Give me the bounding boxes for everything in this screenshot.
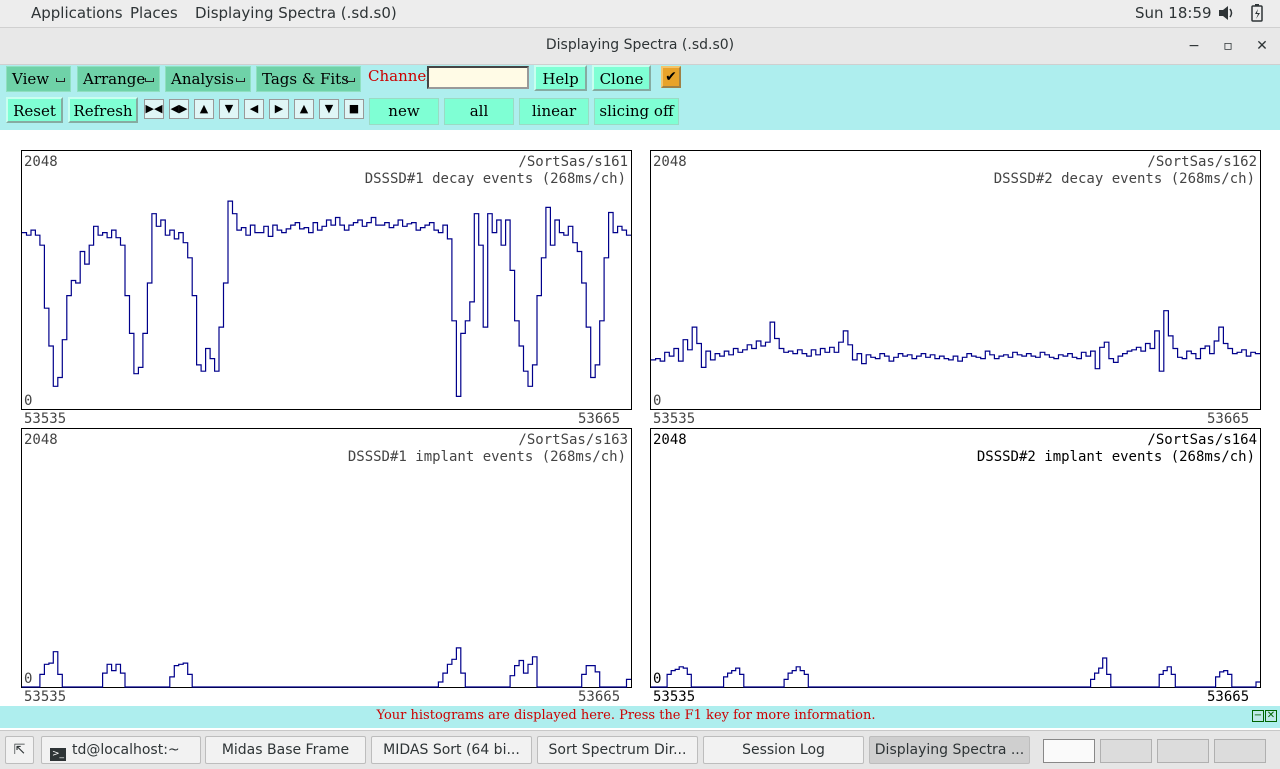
clone-button[interactable]: Clone bbox=[592, 65, 651, 91]
spectrum-ymin: 0 bbox=[653, 393, 662, 409]
spectrum-panel-3[interactable]: 2048 /SortSas/s163 DSSSD#1 implant event… bbox=[21, 428, 632, 688]
status-message: Your histograms are displayed here. Pres… bbox=[376, 708, 876, 723]
spectrum-plot-2 bbox=[651, 310, 1260, 372]
view-menu-label: View bbox=[12, 70, 50, 88]
minimize-icon[interactable]: − bbox=[1184, 36, 1204, 56]
analysis-menu-label: Analysis bbox=[171, 70, 234, 88]
scroll-left-icon[interactable]: ◀ bbox=[244, 99, 264, 119]
scroll-up-icon[interactable]: ▲ bbox=[294, 99, 314, 119]
spectrum-xmin: 53535 bbox=[653, 689, 696, 705]
spectrum-panel-2[interactable]: 2048 /SortSas/s162 DSSSD#2 decay events … bbox=[650, 150, 1261, 410]
task-midas-base-frame[interactable]: Midas Base Frame bbox=[205, 736, 366, 764]
spectrum-ymax: 2048 bbox=[653, 432, 687, 448]
task-label: td@localhost:~ bbox=[72, 742, 180, 758]
contract-horizontal-icon[interactable]: ◀▶ bbox=[169, 99, 189, 119]
close-icon[interactable]: ✕ bbox=[1252, 36, 1272, 56]
workspace-2[interactable] bbox=[1100, 739, 1152, 763]
spectrum-xmax: 53665 bbox=[578, 689, 621, 705]
view-menu[interactable]: View bbox=[6, 66, 71, 92]
spectrum-xmax: 53665 bbox=[1207, 689, 1250, 705]
spectrum-xmax: 53665 bbox=[578, 411, 621, 427]
task-terminal[interactable]: >_ td@localhost:~ bbox=[41, 736, 201, 764]
spectrum-title: DSSSD#1 decay events (268ms/ch) bbox=[364, 171, 626, 187]
applications-menu[interactable]: Applications bbox=[31, 4, 123, 22]
maximize-icon[interactable]: ▫ bbox=[1218, 36, 1238, 56]
arrange-menu[interactable]: Arrange bbox=[77, 66, 160, 92]
taskbar: ⇱ >_ td@localhost:~ Midas Base Frame MIDA… bbox=[0, 730, 1280, 769]
spectrum-trace bbox=[651, 657, 1260, 688]
places-menu[interactable]: Places bbox=[130, 4, 178, 22]
spectrum-ymax: 2048 bbox=[24, 432, 58, 448]
spectrum-plot-4 bbox=[651, 657, 1260, 688]
expand-vertical-icon[interactable]: ▲ bbox=[194, 99, 214, 119]
channel-input[interactable] bbox=[427, 66, 529, 89]
spectrum-path: /SortSas/s163 bbox=[518, 432, 628, 448]
spectrum-panel-4[interactable]: 2048 /SortSas/s164 DSSSD#2 implant event… bbox=[650, 428, 1261, 688]
spectrum-xmin: 53535 bbox=[653, 411, 696, 427]
terminal-icon: >_ bbox=[50, 748, 66, 761]
spectrum-trace bbox=[651, 310, 1260, 372]
spectrum-ymax: 2048 bbox=[24, 154, 58, 170]
help-button[interactable]: Help bbox=[534, 65, 587, 91]
slicing-button[interactable]: slicing off bbox=[594, 98, 679, 125]
dropdown-icon bbox=[236, 78, 245, 82]
active-window-label[interactable]: Displaying Spectra (.sd.s0) bbox=[195, 4, 397, 22]
spectrum-path: /SortSas/s164 bbox=[1147, 432, 1257, 448]
spectrum-ymax: 2048 bbox=[653, 154, 687, 170]
workspace-3[interactable] bbox=[1157, 739, 1209, 763]
spectrum-plot-3 bbox=[22, 647, 631, 688]
window-title: Displaying Spectra (.sd.s0) bbox=[545, 37, 735, 53]
contract-vertical-icon[interactable]: ▼ bbox=[219, 99, 239, 119]
window-titlebar: Displaying Spectra (.sd.s0) − ▫ ✕ bbox=[0, 28, 1280, 65]
spectrum-panel-1[interactable]: 2048 /SortSas/s161 DSSSD#1 decay events … bbox=[21, 150, 632, 410]
spectrum-title: DSSSD#1 implant events (268ms/ch) bbox=[347, 449, 626, 465]
spectrum-trace bbox=[22, 200, 631, 397]
workspace-1[interactable] bbox=[1043, 739, 1095, 763]
volume-icon[interactable] bbox=[1217, 4, 1235, 26]
spectrum-title: DSSSD#2 implant events (268ms/ch) bbox=[976, 449, 1255, 465]
spectrum-path: /SortSas/s161 bbox=[518, 154, 628, 170]
minimize-icon[interactable]: − bbox=[1252, 710, 1264, 722]
checkbox-checked-icon[interactable]: ✔ bbox=[661, 66, 681, 88]
status-bar: Your histograms are displayed here. Pres… bbox=[0, 706, 1280, 728]
tags-fits-menu[interactable]: Tags & Fits bbox=[256, 66, 361, 92]
scroll-right-icon[interactable]: ▶ bbox=[269, 99, 289, 119]
spectrum-xmin: 53535 bbox=[24, 689, 67, 705]
show-desktop-icon[interactable]: ⇱ bbox=[5, 736, 34, 764]
spectrum-trace bbox=[22, 647, 631, 688]
scroll-down-icon[interactable]: ▼ bbox=[319, 99, 339, 119]
task-midas-sort[interactable]: MIDAS Sort (64 bi... bbox=[371, 736, 532, 764]
close-icon[interactable]: ✕ bbox=[1265, 710, 1277, 722]
arrange-menu-label: Arrange bbox=[83, 70, 146, 88]
task-sort-spectrum-dir[interactable]: Sort Spectrum Dir... bbox=[537, 736, 698, 764]
spectrum-ymin: 0 bbox=[24, 393, 33, 409]
dropdown-icon bbox=[56, 78, 65, 82]
top-panel: Applications Places Displaying Spectra (… bbox=[0, 0, 1280, 28]
spectrum-ymin: 0 bbox=[653, 671, 662, 687]
channel-label: Channel: bbox=[368, 67, 437, 85]
expand-horizontal-icon[interactable]: ▶◀ bbox=[144, 99, 164, 119]
all-button[interactable]: all bbox=[444, 98, 514, 125]
clock[interactable]: Sun 18:59 bbox=[1135, 4, 1212, 22]
analysis-menu[interactable]: Analysis bbox=[165, 66, 251, 92]
task-session-log[interactable]: Session Log bbox=[703, 736, 864, 764]
workspace-4[interactable] bbox=[1214, 739, 1266, 763]
spectrum-xmin: 53535 bbox=[24, 411, 67, 427]
dropdown-icon bbox=[346, 78, 355, 82]
reset-button[interactable]: Reset bbox=[6, 97, 63, 123]
spectrum-xmax: 53665 bbox=[1207, 411, 1250, 427]
task-displaying-spectra[interactable]: Displaying Spectra ... bbox=[869, 736, 1030, 764]
battery-icon[interactable] bbox=[1251, 4, 1263, 26]
refresh-button[interactable]: Refresh bbox=[68, 97, 138, 123]
tags-fits-menu-label: Tags & Fits bbox=[262, 70, 349, 88]
spectrum-path: /SortSas/s162 bbox=[1147, 154, 1257, 170]
new-button[interactable]: new bbox=[369, 98, 439, 125]
scale-button[interactable]: linear bbox=[519, 98, 589, 125]
spectrum-plot-1 bbox=[22, 200, 631, 397]
spectrum-ymin: 0 bbox=[24, 671, 33, 687]
spectrum-title: DSSSD#2 decay events (268ms/ch) bbox=[993, 171, 1255, 187]
dropdown-icon bbox=[145, 78, 154, 82]
stop-icon[interactable]: ■ bbox=[344, 99, 364, 119]
